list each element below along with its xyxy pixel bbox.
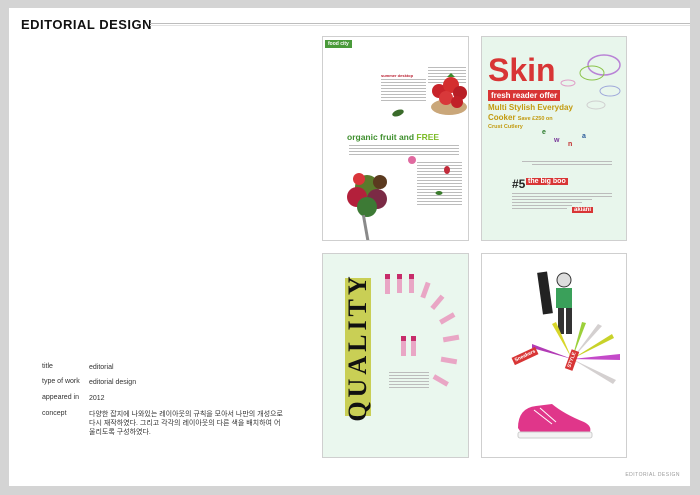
mini-leaf-icon [435, 191, 443, 195]
section-tag: food city [325, 40, 352, 48]
fruit-fork-image [347, 173, 387, 240]
floating-letter-e: e [542, 129, 546, 136]
lipstick-fan-image [385, 274, 460, 387]
spread2-title: Skin [488, 52, 556, 88]
info-value-appeared: 2012 [89, 395, 105, 402]
vertical-word: QUALITY [343, 272, 372, 422]
offer-line-2: Cooker Save £250 on [488, 113, 553, 122]
pink-sneaker-image [517, 404, 593, 439]
offer-line-3: Crust Cutlery [488, 124, 523, 130]
body-text-top [381, 79, 426, 103]
floating-letter-a: a [582, 133, 586, 140]
offer-line-2-main: Cooker [488, 113, 518, 122]
offer-banner: fresh reader offer [488, 90, 561, 101]
issue-number: #5 [512, 177, 526, 191]
spread1-headline: organic fruit and FREE [347, 132, 440, 142]
info-value-title: editorial [89, 364, 114, 371]
spread3-body-text [389, 372, 429, 390]
body-text-middle [349, 145, 459, 157]
title-rule [150, 23, 690, 24]
spread1-subhead: summer desktop [381, 73, 414, 78]
spread-sneaker: Sneakers STYLE [481, 253, 627, 458]
floating-letter-n: n [568, 141, 573, 148]
project-info: title editorial type of work editorial d… [42, 363, 322, 463]
info-value-concept: 다양한 잡지에 나와있는 레이아웃의 규칙을 모아서 나만의 개성으로 다시 재… [89, 411, 283, 436]
swirl-decoration [560, 54, 621, 110]
page-title: EDITORIAL DESIGN [21, 17, 153, 32]
info-value-type: editorial design [89, 379, 137, 386]
spread2-tag: akiani [572, 207, 594, 213]
leaf-icon [392, 109, 404, 117]
floating-letter-w: w [554, 137, 560, 144]
issue-label: the big boo [526, 178, 568, 185]
spread-organic-fruit: food city summer desktop organic fruit a… [322, 36, 469, 241]
spread-quality: QUALITY [322, 253, 469, 458]
spread2-body-arc [522, 161, 612, 167]
spread2-body-text [512, 193, 612, 211]
title-rule-shadow [150, 25, 690, 26]
portfolio-sheet: EDITORIAL DESIGN title editorial type of… [9, 8, 690, 486]
footer-caption: EDITORIAL DESIGN [625, 472, 680, 478]
berry-icon [408, 156, 416, 164]
mini-fruit-icon [444, 166, 450, 174]
spread-skin: Skin fresh reader offer Multi Stylish Ev… [481, 36, 627, 241]
body-text-lower [417, 162, 462, 207]
strawberry-bowl-image [431, 73, 467, 115]
